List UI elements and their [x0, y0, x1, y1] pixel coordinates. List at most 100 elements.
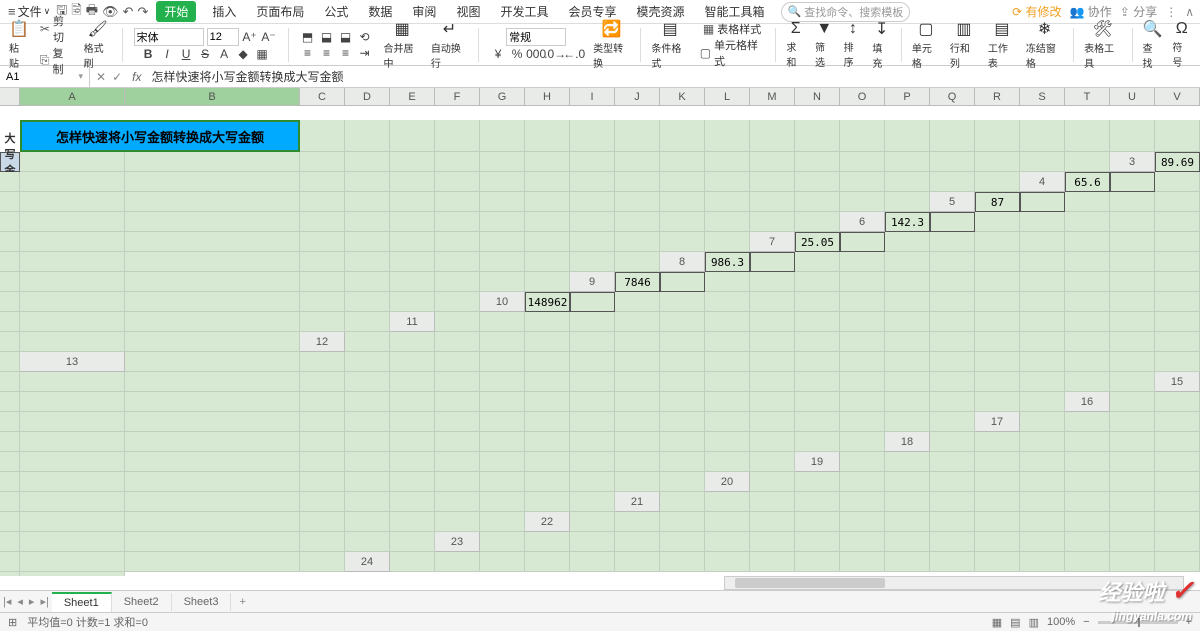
cell-V20[interactable]	[570, 492, 615, 512]
cell-D1[interactable]	[345, 120, 390, 152]
cell-F13[interactable]	[480, 352, 525, 372]
cell-P6[interactable]	[435, 232, 480, 252]
col-header-J[interactable]: J	[615, 88, 660, 106]
cell-T22[interactable]	[300, 532, 345, 552]
cell-O11[interactable]	[1065, 312, 1110, 332]
col-header-C[interactable]: C	[300, 88, 345, 106]
cell-L4[interactable]	[435, 192, 480, 212]
cell-M9[interactable]	[1155, 272, 1200, 292]
cell-G17[interactable]	[0, 432, 20, 452]
cell-T15[interactable]	[930, 392, 975, 412]
cell-E23[interactable]	[660, 532, 705, 552]
cell-H13[interactable]	[570, 352, 615, 372]
cell-P7[interactable]	[345, 252, 390, 272]
col-header-R[interactable]: R	[975, 88, 1020, 106]
cell-M10[interactable]	[1065, 292, 1110, 312]
cell-H23[interactable]	[795, 532, 840, 552]
cell-T7[interactable]	[525, 252, 570, 272]
cell-M22[interactable]	[1110, 512, 1155, 532]
cell-E7[interactable]	[975, 232, 1020, 252]
cell-F10[interactable]	[750, 292, 795, 312]
cell-U24[interactable]	[0, 572, 20, 576]
inc-dec-icon[interactable]: .0→	[547, 46, 563, 62]
cell-I2[interactable]	[480, 152, 525, 172]
cell-T5[interactable]	[705, 212, 750, 232]
cell-E10[interactable]	[705, 292, 750, 312]
cell-F24[interactable]	[615, 552, 660, 572]
cell-K1[interactable]	[660, 120, 705, 152]
cell-P8[interactable]	[125, 272, 300, 292]
cell-S2[interactable]	[930, 152, 975, 172]
cell-L6[interactable]	[125, 232, 300, 252]
cell-U22[interactable]	[345, 532, 390, 552]
cell-H2[interactable]	[435, 152, 480, 172]
cell-G7[interactable]	[1065, 232, 1110, 252]
merge-button[interactable]: ▦合并居中	[381, 19, 424, 70]
cell-B12[interactable]	[390, 332, 435, 352]
cell-U23[interactable]	[125, 552, 300, 572]
cell-C11[interactable]	[525, 312, 570, 332]
view-normal-icon[interactable]: ▦	[992, 616, 1002, 629]
cell-U14[interactable]	[1065, 372, 1110, 392]
cell-T23[interactable]	[20, 552, 125, 572]
cell-F8[interactable]	[930, 252, 975, 272]
cell-F6[interactable]	[1110, 212, 1155, 232]
cell-U20[interactable]	[525, 492, 570, 512]
cell-O17[interactable]	[525, 432, 570, 452]
cell-S23[interactable]	[0, 552, 20, 572]
cell-E18[interactable]	[1110, 432, 1155, 452]
cell-C12[interactable]	[435, 332, 480, 352]
cell-B19[interactable]	[885, 452, 930, 472]
cell-B9[interactable]	[660, 272, 705, 292]
tab-nav-last[interactable]: ▸|	[37, 595, 51, 608]
stats-icon[interactable]: ⊞	[8, 616, 17, 629]
row-header-18[interactable]: 18	[885, 432, 930, 452]
cell-N23[interactable]	[1065, 532, 1110, 552]
cell-C21[interactable]	[750, 492, 795, 512]
cell-J1[interactable]	[615, 120, 660, 152]
cell-I22[interactable]	[930, 512, 975, 532]
fx-icon[interactable]: fx	[132, 70, 141, 84]
cell-C23[interactable]	[570, 532, 615, 552]
cell-B5[interactable]	[1020, 192, 1065, 212]
cell-F7[interactable]	[1020, 232, 1065, 252]
cell-U10[interactable]	[300, 312, 345, 332]
cell-D21[interactable]	[795, 492, 840, 512]
cell-P13[interactable]	[930, 352, 975, 372]
cell-A10[interactable]: 148962	[525, 292, 570, 312]
cell-E20[interactable]	[930, 472, 975, 492]
cell-V19[interactable]	[660, 472, 705, 492]
cell-V18[interactable]	[750, 452, 795, 472]
cell-I3[interactable]	[390, 172, 435, 192]
cell-N3[interactable]	[615, 172, 660, 192]
cond-format-button[interactable]: ▤条件格式	[648, 19, 691, 70]
cell-O4[interactable]	[570, 192, 615, 212]
cell-H11[interactable]	[750, 312, 795, 332]
align-left-icon[interactable]: ≡	[300, 45, 316, 61]
cell-K21[interactable]	[1110, 492, 1155, 512]
cell-I12[interactable]	[705, 332, 750, 352]
cell-Q20[interactable]	[345, 492, 390, 512]
cell-V11[interactable]	[125, 332, 300, 352]
cell-C17[interactable]	[1110, 412, 1155, 432]
cell-D14[interactable]	[300, 372, 345, 392]
row-header-13[interactable]: 13	[20, 352, 125, 372]
cell-E8[interactable]	[885, 252, 930, 272]
cell-C22[interactable]	[660, 512, 705, 532]
cell-N19[interactable]	[300, 472, 345, 492]
cell-G2[interactable]	[390, 152, 435, 172]
cell-H1[interactable]	[525, 120, 570, 152]
cell-O6[interactable]	[390, 232, 435, 252]
italic-button[interactable]: I	[159, 46, 175, 62]
cell-O21[interactable]	[0, 512, 20, 532]
cell-L22[interactable]	[1065, 512, 1110, 532]
cell-G6[interactable]	[1155, 212, 1200, 232]
col-header-A[interactable]: A	[20, 88, 125, 106]
cell-O8[interactable]	[20, 272, 125, 292]
sheet-tab-1[interactable]: Sheet1	[52, 592, 112, 612]
col-header-G[interactable]: G	[480, 88, 525, 106]
cell-N8[interactable]	[0, 272, 20, 292]
cell-V17[interactable]	[840, 432, 885, 452]
cell-I1[interactable]	[570, 120, 615, 152]
cell-H7[interactable]	[1110, 232, 1155, 252]
